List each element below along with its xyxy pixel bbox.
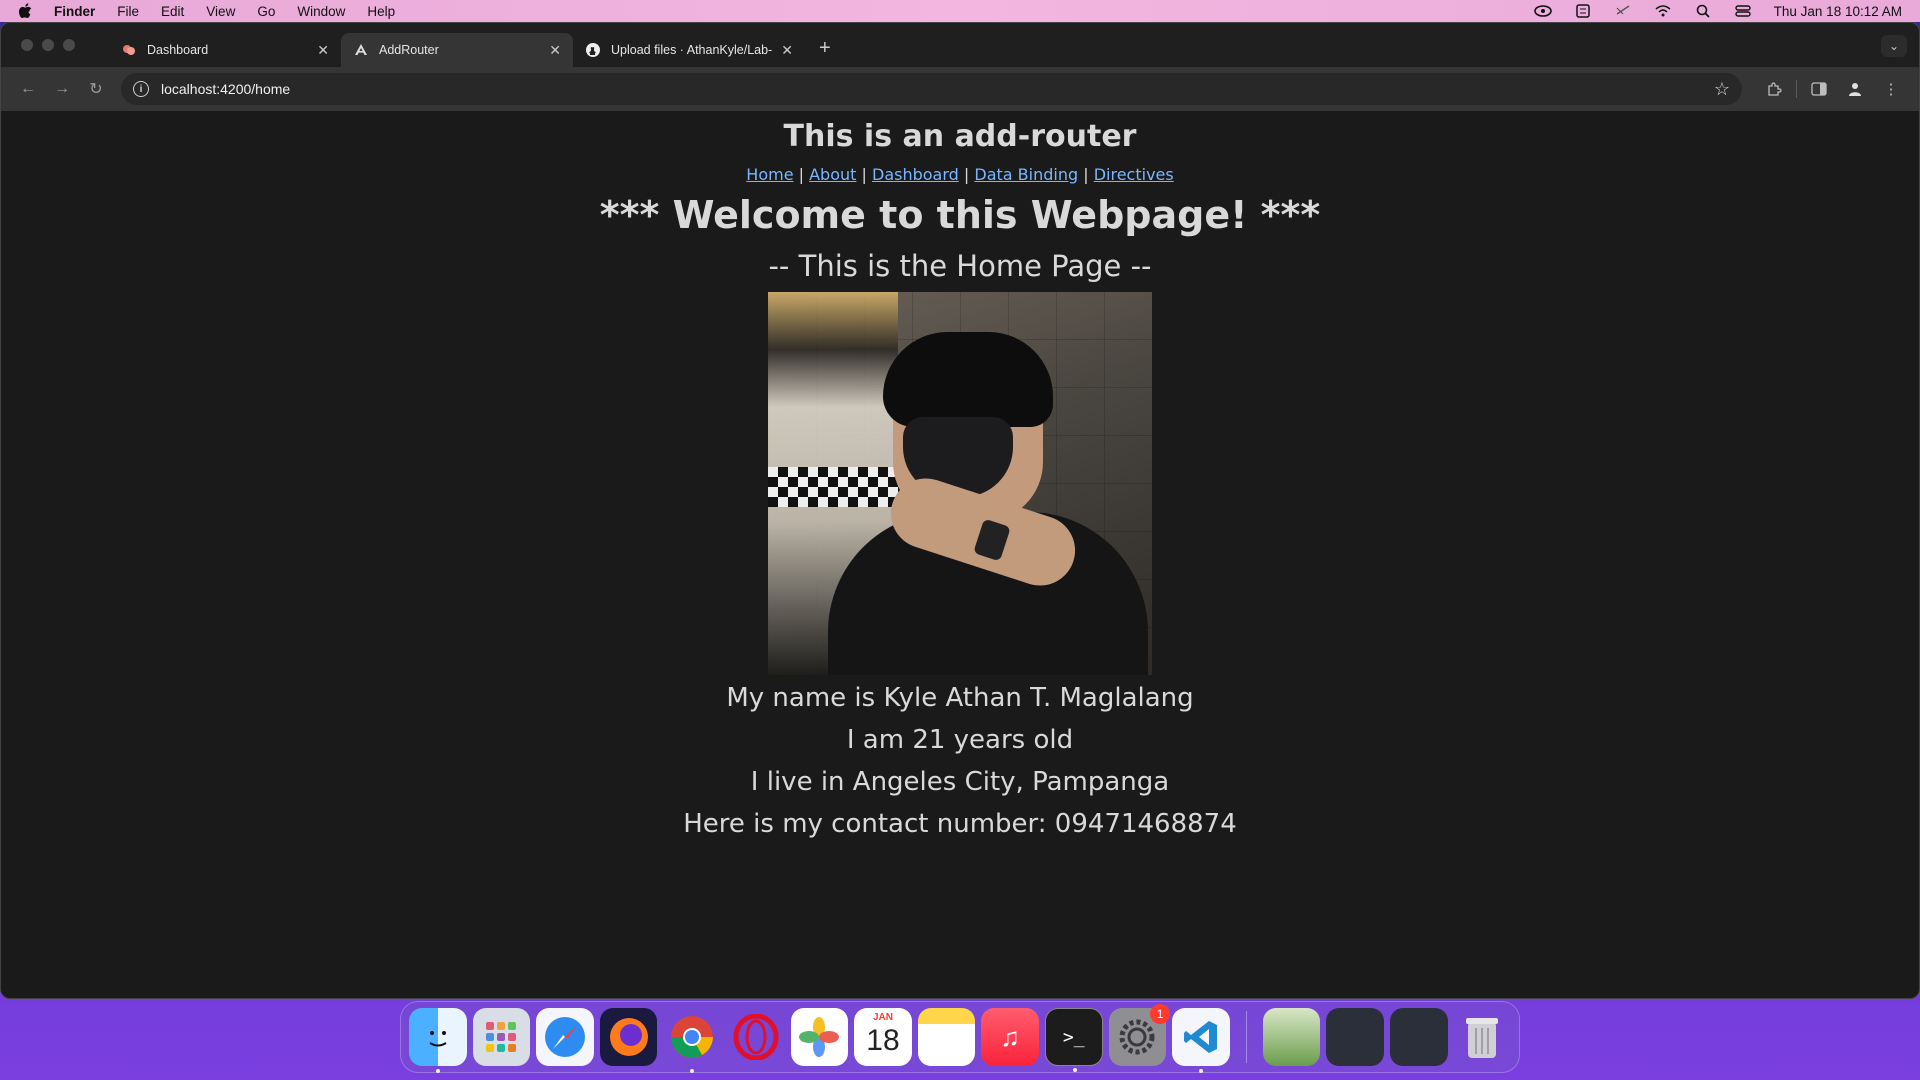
nav-link-about[interactable]: About bbox=[809, 165, 856, 184]
home-page-subheading: -- This is the Home Page -- bbox=[768, 249, 1152, 283]
minimized-window-1-icon[interactable] bbox=[1326, 1008, 1384, 1066]
contact-line: Here is my contact number: 09471468874 bbox=[683, 809, 1237, 839]
finder-icon[interactable] bbox=[409, 1008, 467, 1073]
age-line: I am 21 years old bbox=[846, 725, 1074, 755]
page-viewport: This is an add-router Home | About | Das… bbox=[1, 111, 1919, 998]
name-line: My name is Kyle Athan T. Maglalang bbox=[726, 683, 1194, 713]
address-bar[interactable]: i localhost:4200/home ☆ bbox=[121, 73, 1742, 105]
spotlight-search-icon[interactable] bbox=[1694, 4, 1712, 18]
github-favicon-icon bbox=[585, 42, 601, 58]
close-window-button[interactable] bbox=[21, 39, 33, 51]
side-panel-icon[interactable] bbox=[1801, 74, 1837, 104]
location-line: I live in Angeles City, Pampanga bbox=[750, 767, 1170, 797]
window-controls bbox=[21, 39, 75, 51]
site-info-icon[interactable]: i bbox=[133, 81, 149, 97]
zoom-window-button[interactable] bbox=[63, 39, 75, 51]
nav-separator: | bbox=[861, 165, 867, 184]
launchpad-icon[interactable] bbox=[472, 1008, 531, 1066]
toolbar-divider bbox=[1796, 80, 1797, 98]
nav-link-data-binding[interactable]: Data Binding bbox=[974, 165, 1078, 184]
music-icon[interactable]: ♫ bbox=[981, 1008, 1039, 1066]
profile-avatar-icon[interactable] bbox=[1837, 74, 1873, 104]
system-settings-icon[interactable]: 1 bbox=[1108, 1004, 1171, 1066]
tab-addrouter[interactable]: AddRouter ✕ bbox=[341, 33, 573, 67]
terminal-icon[interactable]: >_ bbox=[1044, 1008, 1103, 1072]
nav-separator: | bbox=[1083, 165, 1089, 184]
nav-link-directives[interactable]: Directives bbox=[1094, 165, 1174, 184]
vscode-icon[interactable] bbox=[1172, 1008, 1230, 1073]
menu-app-name[interactable]: Finder bbox=[54, 4, 95, 19]
menu-go[interactable]: Go bbox=[257, 4, 275, 19]
browser-window: Dashboard ✕ AddRouter ✕ Upload files · A… bbox=[0, 22, 1920, 999]
calendar-icon[interactable]: JAN 18 bbox=[854, 1008, 912, 1066]
angular-favicon-icon bbox=[353, 42, 369, 58]
close-tab-icon[interactable]: ✕ bbox=[781, 42, 793, 59]
menu-view[interactable]: View bbox=[206, 4, 235, 19]
photos-icon[interactable] bbox=[790, 1008, 849, 1066]
keyboard-input-icon[interactable] bbox=[1574, 4, 1592, 18]
nav-separator: | bbox=[963, 165, 970, 184]
menubar-datetime[interactable]: Thu Jan 18 10:12 AM bbox=[1774, 4, 1902, 19]
tab-search-chevron-icon[interactable]: ⌄ bbox=[1881, 35, 1907, 57]
trash-icon[interactable] bbox=[1454, 1008, 1512, 1066]
dock: JAN 18 ♫ >_ 1 bbox=[400, 1001, 1520, 1073]
dock-divider bbox=[1245, 1011, 1247, 1063]
router-nav: Home | About | Dashboard | Data Binding … bbox=[1, 165, 1919, 184]
minimize-window-button[interactable] bbox=[42, 39, 54, 51]
nav-link-dashboard[interactable]: Dashboard bbox=[872, 165, 959, 184]
page-title: This is an add-router bbox=[783, 119, 1137, 154]
forward-arrow-icon[interactable]: → bbox=[45, 74, 79, 104]
apple-icon[interactable] bbox=[18, 2, 36, 20]
tab-strip: Dashboard ✕ AddRouter ✕ Upload files · A… bbox=[1, 23, 1919, 67]
menu-bar: Finder File Edit View Go Window Help Thu… bbox=[0, 0, 1920, 22]
close-tab-icon[interactable]: ✕ bbox=[549, 42, 561, 59]
close-tab-icon[interactable]: ✕ bbox=[317, 42, 329, 59]
address-url[interactable]: localhost:4200/home bbox=[161, 81, 1714, 97]
safari-icon[interactable] bbox=[536, 1008, 594, 1066]
extensions-puzzle-icon[interactable] bbox=[1756, 74, 1792, 104]
nav-separator: | bbox=[798, 165, 805, 184]
back-arrow-icon[interactable]: ← bbox=[11, 74, 45, 104]
menu-edit[interactable]: Edit bbox=[161, 4, 184, 19]
chrome-app-stack-icon[interactable] bbox=[1262, 1008, 1321, 1066]
notification-badge: 1 bbox=[1150, 1004, 1171, 1024]
control-center-icon[interactable] bbox=[1734, 4, 1752, 18]
menu-help[interactable]: Help bbox=[367, 4, 395, 19]
calendar-day: 18 bbox=[866, 1024, 900, 1057]
notes-icon[interactable] bbox=[917, 1008, 976, 1066]
tab-github-upload[interactable]: Upload files · AthanKyle/Lab- ✕ bbox=[573, 33, 805, 67]
menu-window[interactable]: Window bbox=[297, 4, 345, 19]
profile-photo bbox=[768, 292, 1152, 675]
tab-title: Upload files · AthanKyle/Lab- bbox=[611, 43, 773, 57]
welcome-heading: *** Welcome to this Webpage! *** bbox=[599, 193, 1321, 237]
firefox-icon[interactable] bbox=[599, 1008, 658, 1066]
tab-title: AddRouter bbox=[379, 43, 439, 57]
tab-dashboard[interactable]: Dashboard ✕ bbox=[109, 33, 341, 67]
mute-icon[interactable] bbox=[1614, 4, 1632, 18]
nav-link-home[interactable]: Home bbox=[746, 165, 793, 184]
bookmark-star-icon[interactable]: ☆ bbox=[1714, 79, 1730, 100]
new-tab-button[interactable]: + bbox=[819, 37, 831, 60]
chrome-icon[interactable] bbox=[663, 1008, 721, 1073]
browser-toolbar: ← → ↻ i localhost:4200/home ☆ ⋮ bbox=[1, 67, 1919, 111]
menu-file[interactable]: File bbox=[117, 4, 139, 19]
reload-icon[interactable]: ↻ bbox=[79, 74, 113, 104]
opera-icon[interactable] bbox=[727, 1008, 785, 1066]
calendar-month: JAN bbox=[872, 1012, 893, 1023]
tab-title: Dashboard bbox=[147, 43, 209, 57]
wifi-icon[interactable] bbox=[1654, 4, 1672, 18]
dashboard-favicon-icon bbox=[121, 42, 137, 58]
creative-cloud-icon[interactable] bbox=[1533, 4, 1552, 18]
minimized-window-2-icon[interactable] bbox=[1389, 1008, 1448, 1066]
browser-menu-kebab-icon[interactable]: ⋮ bbox=[1873, 74, 1909, 104]
